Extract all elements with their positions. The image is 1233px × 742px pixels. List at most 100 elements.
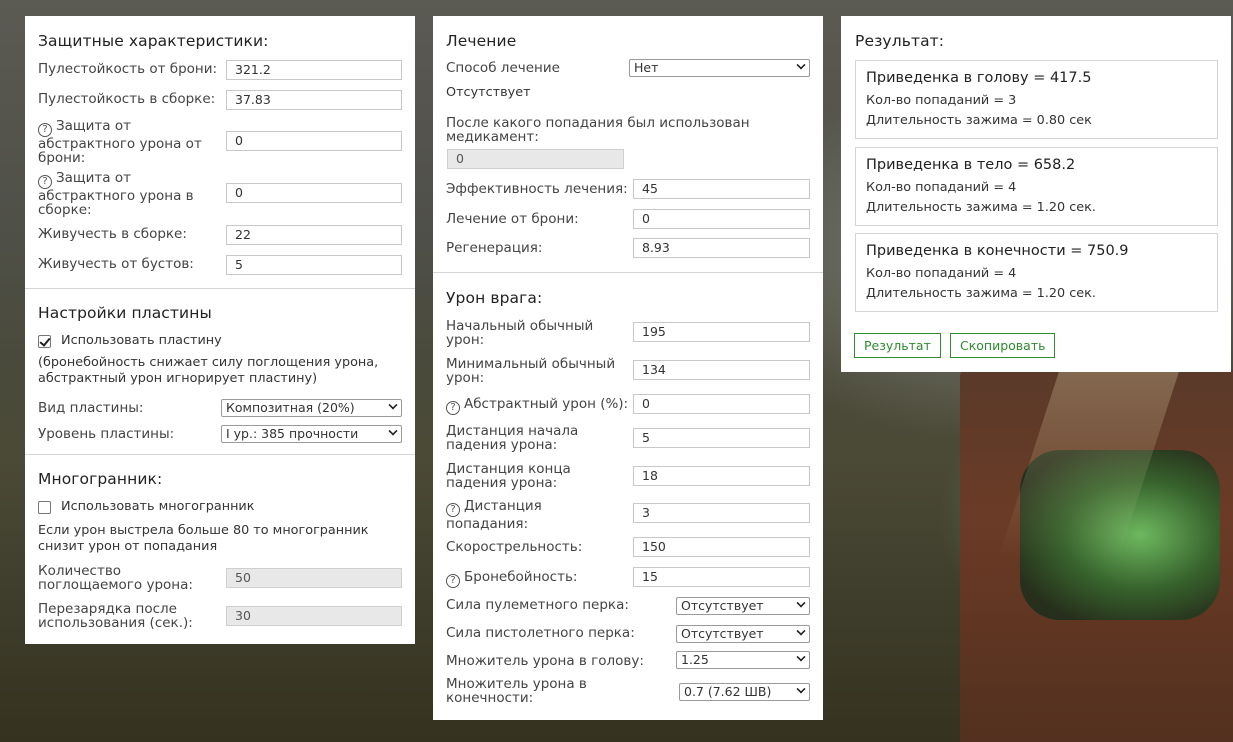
limb-multiplier-label: Множитель урона в конечности: [446, 676, 587, 706]
body-hits-count: Кол-во попаданий = 4 [866, 180, 1017, 195]
initial-damage-row: Начальный обычный урон: [446, 319, 631, 347]
hit-distance-row: ? Дистанция попадания: [446, 499, 596, 531]
help-icon[interactable]: ? [446, 503, 460, 517]
armor-heal-input[interactable]: 0 [633, 209, 810, 229]
heal-method-description: Отсутствует [446, 85, 531, 100]
armor-abstract-protection-input[interactable]: 0 [226, 131, 402, 151]
result-button[interactable]: Результат [854, 333, 941, 358]
falloff-start-row: Дистанция начала падения урона: [446, 424, 631, 452]
use-polyhedron-checkbox[interactable] [38, 500, 51, 514]
min-damage-input[interactable]: 134 [633, 360, 810, 380]
fire-rate-label: Скорострельность: [446, 539, 583, 555]
head-result-title: Приведенка в голову = 417.5 [866, 70, 1092, 86]
limb-multiplier-select[interactable]: 0.7 (7.62 ШВ) [679, 683, 810, 701]
head-multiplier-select[interactable]: 1.25 [676, 651, 810, 669]
after-hit-row: После какого попадания был использован м… [446, 116, 786, 144]
limbs-hits-count: Кол-во попаданий = 4 [866, 266, 1017, 281]
help-icon[interactable]: ? [38, 175, 52, 189]
use-plate-checkbox[interactable] [38, 334, 51, 348]
hit-distance-label: ? Дистанция попадания: [446, 498, 542, 532]
boost-vitality-label: Живучесть от бустов: [38, 256, 194, 272]
head-hits-count: Кол-во попаданий = 3 [866, 93, 1017, 108]
help-icon[interactable]: ? [38, 123, 52, 137]
heal-efficiency-label: Эффективность лечения: [446, 181, 628, 197]
falloff-end-row: Дистанция конца падения урона: [446, 462, 631, 490]
mg-perk-select[interactable]: Отсутствует [676, 597, 810, 615]
heal-title: Лечение [446, 32, 517, 50]
enemy-damage-title: Урон врага: [446, 289, 543, 307]
plate-level-select[interactable]: I ур.: 385 прочности [221, 425, 402, 443]
result-title: Результат: [855, 32, 945, 50]
use-plate-row[interactable]: Использовать пластину [38, 333, 402, 349]
build-bullet-resistance-label: Пулестойкость в сборке: [38, 91, 216, 107]
copy-button[interactable]: Скопировать [950, 333, 1056, 358]
heal-section: Лечение Способ лечение Нет Отсутствует П… [433, 16, 823, 272]
abstract-damage-label: ? Абстрактный урон (%): [446, 397, 628, 415]
falloff-start-input[interactable]: 5 [633, 428, 810, 448]
plate-section: Настройки пластины Использовать пластину… [25, 288, 415, 454]
chevron-down-icon [388, 400, 398, 410]
result-panel: Результат: Приведенка в голову = 417.5 К… [841, 16, 1231, 372]
mg-perk-label: Сила пулеметного перка: [446, 597, 629, 613]
use-plate-label: Использовать пластину [61, 333, 222, 348]
plate-note: (бронебойность снижает силу поглощения у… [38, 355, 379, 386]
defense-title: Защитные характеристики: [38, 32, 269, 50]
defense-section: Защитные характеристики: Пулестойкость о… [25, 16, 415, 288]
initial-damage-input[interactable]: 195 [633, 322, 810, 342]
chevron-down-icon [796, 684, 806, 694]
build-vitality-label: Живучесть в сборке: [38, 226, 187, 242]
pistol-perk-label: Сила пистолетного перка: [446, 625, 635, 641]
polyhedron-reload-row: Перезарядка после использования (сек.): [38, 602, 218, 630]
body-hold-duration: Длительность зажима = 1.20 сек. [866, 200, 1096, 215]
body-result-box: Приведенка в тело = 658.2 Кол-во попадан… [855, 147, 1218, 226]
armor-piercing-label: ? Бронебойность: [446, 570, 577, 588]
after-hit-label: После какого попадания был использован м… [446, 115, 750, 145]
polyhedron-reload-input[interactable]: 30 [226, 606, 402, 626]
pistol-perk-select[interactable]: Отсутствует [676, 625, 810, 643]
chevron-down-icon [796, 598, 806, 608]
defense-panel: Защитные характеристики: Пулестойкость о… [25, 16, 415, 644]
build-vitality-input[interactable]: 22 [226, 225, 402, 245]
limb-multiplier-row: Множитель урона в конечности: [446, 677, 616, 705]
falloff-end-input[interactable]: 18 [633, 466, 810, 486]
chevron-down-icon [796, 652, 806, 662]
plate-level-label: Уровень пластины: [38, 426, 175, 442]
absorb-damage-input[interactable]: 50 [226, 568, 402, 588]
help-icon[interactable]: ? [446, 401, 460, 415]
build-abstract-protection-input[interactable]: 0 [226, 183, 402, 203]
falloff-end-label: Дистанция конца падения урона: [446, 461, 571, 491]
limbs-result-box: Приведенка в конечности = 750.9 Кол-во п… [855, 233, 1218, 312]
limbs-result-title: Приведенка в конечности = 750.9 [866, 243, 1129, 259]
use-polyhedron-row[interactable]: Использовать многогранник [38, 499, 402, 515]
head-hold-duration: Длительность зажима = 0.80 сек [866, 113, 1092, 128]
abstract-damage-input[interactable]: 0 [633, 394, 810, 414]
head-multiplier-label: Множитель урона в голову: [446, 653, 644, 669]
fire-rate-input[interactable]: 150 [633, 537, 810, 557]
use-polyhedron-label: Использовать многогранник [61, 499, 255, 514]
limbs-hold-duration: Длительность зажима = 1.20 сек. [866, 286, 1096, 301]
absorb-damage-label: Количество поглощаемого урона: [38, 563, 193, 593]
armor-abstract-protection-row: ? Защита от абстрактного урона от брони: [38, 119, 228, 165]
boost-vitality-input[interactable]: 5 [226, 255, 402, 275]
help-icon[interactable]: ? [446, 574, 460, 588]
heal-method-select[interactable]: Нет [629, 59, 810, 77]
falloff-start-label: Дистанция начала падения урона: [446, 423, 579, 453]
head-result-box: Приведенка в голову = 417.5 Кол-во попад… [855, 60, 1218, 139]
min-damage-label: Минимальный обычный урон: [446, 356, 616, 386]
hit-distance-input[interactable]: 3 [633, 503, 810, 523]
build-bullet-resistance-input[interactable]: 37.83 [226, 90, 402, 110]
armor-bullet-resistance-label: Пулестойкость от брони: [38, 61, 218, 77]
plate-type-select[interactable]: Композитная (20%) [221, 399, 402, 417]
body-result-title: Приведенка в тело = 658.2 [866, 157, 1076, 173]
armor-heal-label: Лечение от брони: [446, 211, 579, 227]
build-abstract-protection-label: ? Защита от абстрактного урона в сборке: [38, 170, 194, 218]
heal-efficiency-input[interactable]: 45 [633, 179, 810, 199]
heal-panel: Лечение Способ лечение Нет Отсутствует П… [433, 16, 823, 720]
armor-abstract-protection-label: ? Защита от абстрактного урона от брони: [38, 118, 202, 166]
after-hit-input[interactable]: 0 [447, 149, 624, 169]
chevron-down-icon [388, 426, 398, 436]
regeneration-input[interactable]: 8.93 [633, 238, 810, 258]
enemy-damage-section: Урон врага: Начальный обычный урон: 195 … [433, 272, 823, 719]
armor-bullet-resistance-input[interactable]: 321.2 [226, 60, 402, 80]
armor-piercing-input[interactable]: 15 [633, 567, 810, 587]
